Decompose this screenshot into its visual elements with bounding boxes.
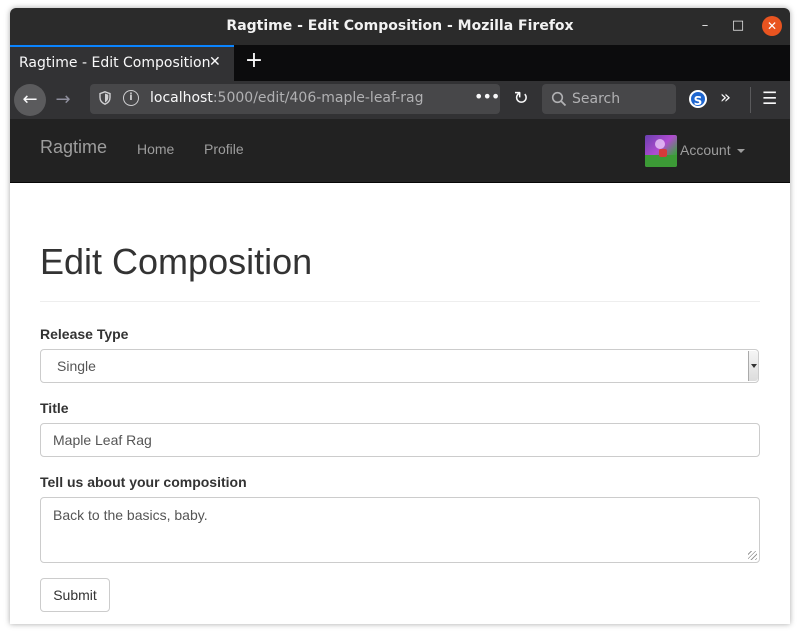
url-text[interactable]: localhost:5000/edit/406-maple-leaf-rag (150, 90, 423, 106)
search-input[interactable]: Search (542, 84, 676, 114)
maximize-button[interactable]: □ (729, 17, 747, 35)
close-window-button[interactable]: ✕ (762, 16, 782, 36)
extension-s-icon[interactable]: S (689, 90, 707, 108)
browser-tab-active[interactable]: Ragtime - Edit Composition ✕ (10, 45, 234, 81)
tab-close-icon[interactable]: ✕ (209, 54, 221, 70)
back-button[interactable]: ← (14, 84, 46, 116)
page-content: Edit Composition Release Type Single Tit… (10, 183, 790, 624)
release-type-value: Single (57, 358, 96, 374)
reload-button[interactable]: ↻ (510, 88, 532, 110)
url-bar[interactable]: i localhost:5000/edit/406-maple-leaf-rag… (90, 84, 500, 114)
avatar (645, 135, 677, 167)
site-info-icon[interactable]: i (123, 90, 139, 106)
resize-handle-icon[interactable] (748, 551, 757, 560)
window-title: Ragtime - Edit Composition - Mozilla Fir… (226, 18, 574, 34)
search-placeholder: Search (572, 91, 621, 107)
account-label: Account (680, 142, 731, 158)
submit-button[interactable]: Submit (40, 578, 110, 612)
tab-strip: Ragtime - Edit Composition ✕ + (10, 45, 790, 81)
nav-link-profile[interactable]: Profile (204, 141, 244, 157)
page-title: Edit Composition (40, 241, 313, 282)
tab-title: Ragtime - Edit Composition (19, 55, 211, 71)
about-textarea-value: Back to the basics, baby. (53, 507, 208, 523)
caret-down-icon (737, 149, 745, 153)
title-label: Title (40, 400, 69, 416)
brand-link[interactable]: Ragtime (40, 137, 107, 158)
page-actions-menu-icon[interactable]: ••• (474, 87, 500, 106)
hamburger-menu-icon[interactable]: ☰ (762, 89, 780, 109)
release-type-select[interactable]: Single (40, 349, 759, 383)
new-tab-button[interactable]: + (242, 49, 266, 73)
overflow-menu-icon[interactable]: » (720, 87, 731, 108)
about-textarea[interactable]: Back to the basics, baby. (40, 497, 760, 563)
browser-window: Ragtime - Edit Composition - Mozilla Fir… (10, 8, 790, 624)
search-icon (551, 91, 567, 107)
site-navbar: Ragtime Home Profile Account (10, 119, 790, 183)
browser-toolbar: ← → i localhost:5000/edit/406-maple-leaf… (10, 81, 790, 119)
toolbar-separator (750, 87, 751, 113)
title-divider (40, 301, 760, 302)
release-type-label: Release Type (40, 326, 129, 342)
tracking-shield-icon[interactable] (99, 91, 111, 105)
url-host: localhost (150, 90, 213, 106)
nav-link-home[interactable]: Home (137, 141, 174, 157)
about-label: Tell us about your composition (40, 474, 247, 490)
forward-button[interactable]: → (52, 89, 74, 111)
title-input-value: Maple Leaf Rag (53, 432, 152, 448)
url-path: :5000/edit/406-maple-leaf-rag (212, 90, 424, 106)
window-titlebar: Ragtime - Edit Composition - Mozilla Fir… (10, 8, 790, 45)
minimize-button[interactable]: – (696, 17, 714, 35)
select-arrow-icon[interactable] (748, 351, 758, 381)
title-input[interactable]: Maple Leaf Rag (40, 423, 760, 457)
